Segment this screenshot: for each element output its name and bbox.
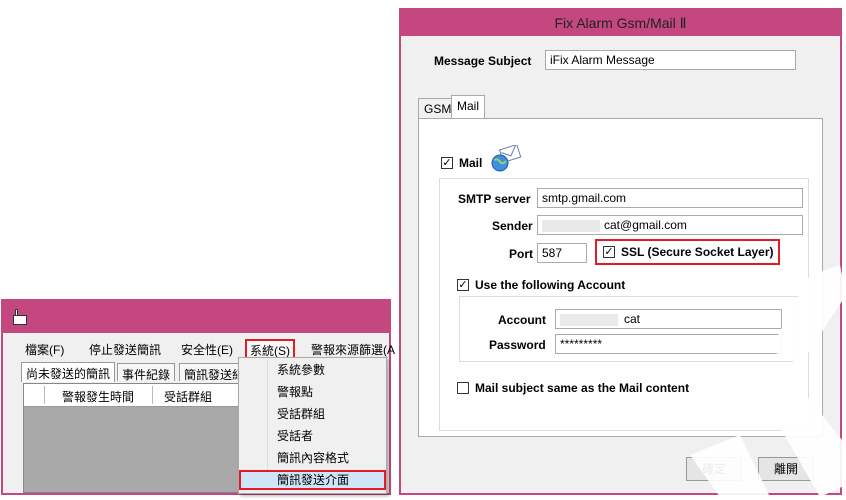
mail-tab-panel: ✓ Mail SMTP server smtp.gmail.com Sender… (418, 118, 823, 437)
mail-checkbox[interactable]: ✓ (441, 157, 453, 169)
app-icon (13, 309, 27, 325)
ok-button[interactable]: 確定 (686, 457, 742, 481)
menu-alarm-filter[interactable]: 警報來源篩選(A (311, 341, 395, 358)
password-label: Password (489, 338, 546, 352)
menu-item-sms-interface[interactable]: 簡訊發送介面 (239, 470, 386, 490)
close-button[interactable]: 離開 (758, 457, 814, 481)
system-menu-dropdown: 系統參數 警報點 受話群組 受話者 簡訊內容格式 簡訊發送介面 (238, 357, 387, 494)
use-account-checkbox[interactable]: ✓ (457, 279, 469, 291)
main-window-titlebar[interactable] (3, 301, 389, 333)
same-subject-label: Mail subject same as the Mail content (475, 381, 690, 395)
redacted-block (542, 220, 600, 232)
menu-item-receivers[interactable]: 受話者 (239, 426, 386, 446)
sender-input[interactable]: cat@gmail.com (537, 215, 803, 235)
menu-item-receiver-groups[interactable]: 受話群組 (239, 404, 386, 424)
col-alarm-time[interactable]: 警報發生時間 (62, 388, 134, 405)
dialog-title[interactable]: Fix Alarm Gsm/Mail Ⅱ (401, 10, 840, 36)
account-value: cat (624, 312, 641, 326)
sender-value: cat@gmail.com (604, 218, 687, 232)
grid-header: 警報發生時間 受話群組 (24, 384, 247, 407)
port-input[interactable]: 587 (537, 243, 587, 263)
menu-item-sms-format[interactable]: 簡訊內容格式 (239, 448, 386, 468)
menu-item-alarm-points[interactable]: 警報點 (239, 382, 386, 402)
same-subject-checkbox[interactable] (457, 382, 469, 394)
ssl-checkbox[interactable]: ✓ (603, 246, 615, 258)
mail-checkbox-label: Mail (459, 156, 483, 170)
menu-stop-sending[interactable]: 停止發送簡訊 (89, 341, 161, 358)
tab-unsent-sms[interactable]: 尚未發送的簡訊 (21, 362, 116, 382)
password-input[interactable]: ********* (555, 334, 782, 354)
tab-mail[interactable]: Mail (451, 95, 486, 118)
message-subject-input[interactable]: iFix Alarm Message (545, 50, 796, 70)
ssl-label: SSL (Secure Socket Layer) (621, 245, 774, 259)
message-grid: 警報發生時間 受話群組 (23, 383, 248, 493)
use-account-label: Use the following Account (475, 278, 626, 292)
sender-label: Sender (492, 219, 533, 233)
redacted-block (560, 314, 618, 326)
mail-settings-dialog: Fix Alarm Gsm/Mail Ⅱ Message Subject iFi… (399, 8, 842, 495)
message-subject-label: Message Subject (434, 54, 532, 68)
menu-item-system-params[interactable]: 系統參數 (239, 360, 386, 380)
smtp-server-input[interactable]: smtp.gmail.com (537, 188, 803, 208)
smtp-server-label: SMTP server (458, 192, 531, 206)
account-input[interactable]: cat (555, 309, 782, 329)
port-label: Port (509, 247, 533, 261)
menu-security[interactable]: 安全性(E) (181, 341, 233, 358)
mail-globe-icon (489, 143, 523, 173)
tab-event-log[interactable]: 事件紀錄 (117, 363, 176, 382)
menu-file[interactable]: 檔案(F) (25, 341, 64, 358)
col-receiver-group[interactable]: 受話群組 (164, 388, 212, 405)
account-label: Account (498, 313, 546, 327)
